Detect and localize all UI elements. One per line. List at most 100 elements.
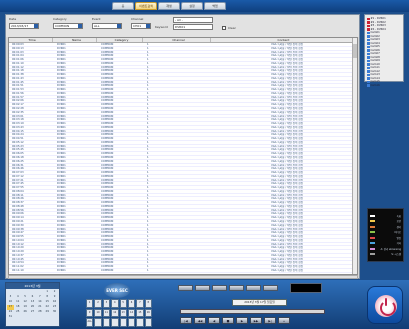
vertical-scrollbar[interactable] <box>352 38 357 274</box>
calendar-day[interactable]: 7 <box>36 295 43 300</box>
calendar-day[interactable]: 14 <box>36 300 43 305</box>
calendar-day[interactable]: 21 <box>36 305 43 310</box>
calendar-day[interactable]: 23 <box>51 305 58 310</box>
calendar-day[interactable]: 30 <box>51 310 58 315</box>
channel-button[interactable]: 8 <box>144 299 152 308</box>
channel-button[interactable] <box>119 318 127 327</box>
tab-bar: 홈 이벤트검색 재생 설정 백업 <box>112 2 226 10</box>
calendar-day[interactable]: 25 <box>14 310 21 315</box>
playback-button[interactable]: + <box>278 317 290 324</box>
channel-button[interactable]: 13 <box>119 308 127 318</box>
calendar-day[interactable]: 2 <box>51 290 58 295</box>
power-button[interactable] <box>367 286 403 324</box>
calendar-day[interactable]: 31 <box>7 315 14 320</box>
channel-button[interactable] <box>102 318 111 327</box>
channel-button[interactable]: ALL <box>86 318 94 327</box>
calendar-day[interactable]: 11 <box>14 300 21 305</box>
channel-button[interactable]: 15 <box>136 308 144 318</box>
playback-button[interactable]: ◀◀ <box>194 317 206 324</box>
col-time[interactable]: Time <box>9 38 53 42</box>
tab-4[interactable]: 백업 <box>204 2 226 10</box>
channel-button[interactable]: 10 <box>94 308 102 318</box>
layout-button-2[interactable] <box>195 285 210 291</box>
calendar-day[interactable]: 19 <box>22 305 29 310</box>
calendar-day[interactable]: 24 <box>7 310 14 315</box>
playback-button[interactable]: ◀ <box>208 317 220 324</box>
category-select[interactable]: COMMON <box>53 23 83 29</box>
channel-select[interactable]: CH01 <box>131 23 151 29</box>
calendar-day[interactable]: 3 <box>7 295 14 300</box>
tab-2[interactable]: 재생 <box>158 2 180 10</box>
channel-button[interactable]: 12 <box>111 308 119 318</box>
calendar-day[interactable]: 18 <box>14 305 21 310</box>
channel-button[interactable] <box>94 318 102 327</box>
channel-button[interactable] <box>136 318 144 327</box>
playback-button[interactable]: |◀ <box>180 317 192 324</box>
calendar-day[interactable]: 1 <box>44 290 51 295</box>
tab-1[interactable]: 이벤트검색 <box>135 2 157 10</box>
calendar-day[interactable]: 15 <box>44 300 51 305</box>
table-cell: 1 <box>147 46 149 50</box>
calendar-day[interactable]: 13 <box>29 300 36 305</box>
layout-button-4[interactable] <box>229 285 244 291</box>
layout-button-5[interactable] <box>246 285 261 291</box>
table-cell: 00:10:37 <box>12 253 24 257</box>
col-content[interactable]: Content <box>211 38 357 42</box>
channel-button[interactable]: 7 <box>136 299 144 308</box>
table-row[interactable]: 00:11:10 DVR01 COMMON 1 VGA 녹화중 / 채널 상태 정상 <box>9 269 357 273</box>
keyword-select[interactable]: - All - <box>173 17 213 23</box>
channel-button[interactable] <box>111 318 119 327</box>
scroll-thumb[interactable] <box>353 44 357 58</box>
calendar-day[interactable]: 29 <box>44 310 51 315</box>
channel-button[interactable] <box>127 318 136 327</box>
layout-button-3[interactable] <box>212 285 227 291</box>
col-channel[interactable]: Channel <box>143 38 211 42</box>
event-select[interactable]: ALL <box>92 23 122 29</box>
table-cell: COMMON <box>101 189 114 193</box>
table-cell: VGA 녹화중 / 채널 상태 정상 <box>271 125 304 129</box>
tab-3[interactable]: 설정 <box>181 2 203 10</box>
layout-button-6[interactable] <box>263 285 278 291</box>
channel-button[interactable] <box>144 318 152 327</box>
playback-button[interactable]: ▶▶ <box>250 317 262 324</box>
col-category[interactable]: Category <box>97 38 143 42</box>
calendar-day[interactable]: 16 <box>51 300 58 305</box>
calendar-day[interactable]: 28 <box>36 310 43 315</box>
calendar-day[interactable]: 5 <box>22 295 29 300</box>
horizontal-scrollbar[interactable] <box>8 275 358 279</box>
channel-button[interactable]: 4 <box>111 299 119 308</box>
calendar-day[interactable]: 20 <box>29 305 36 310</box>
tab-0[interactable]: 홈 <box>112 2 134 10</box>
date-select[interactable]: 2013/03/17 <box>9 23 39 29</box>
playback-button[interactable]: ■ <box>222 317 234 324</box>
timeline-slider[interactable] <box>180 309 325 314</box>
calendar-day[interactable]: 4 <box>14 295 21 300</box>
playback-button[interactable]: ▶| <box>264 317 276 324</box>
camera-item[interactable]: Cam16 <box>367 84 401 88</box>
calendar-day[interactable]: 9 <box>51 295 58 300</box>
playback-button[interactable]: ▶ <box>236 317 248 324</box>
channel-button[interactable]: 5 <box>119 299 127 308</box>
channel-button[interactable]: 14 <box>127 308 136 318</box>
channel-button[interactable]: 3 <box>102 299 111 308</box>
keyword-input[interactable]: DVR01 <box>173 24 213 30</box>
channel-button[interactable]: 16 <box>144 308 152 318</box>
calendar-day[interactable]: 26 <box>22 310 29 315</box>
clear-checkbox[interactable] <box>222 26 226 30</box>
channel-button[interactable]: 11 <box>102 308 111 318</box>
table-cell: VGA 녹화중 / 채널 상태 정상 <box>271 144 304 148</box>
channel-button[interactable]: 2 <box>94 299 102 308</box>
channel-button[interactable]: 6 <box>127 299 136 308</box>
calendar-day[interactable]: 10 <box>7 300 14 305</box>
calendar-day[interactable]: 27 <box>29 310 36 315</box>
calendar-day[interactable]: 6 <box>29 295 36 300</box>
channel-button[interactable]: 9 <box>86 308 94 318</box>
channel-button[interactable]: 1 <box>86 299 94 308</box>
calendar-day[interactable]: 12 <box>22 300 29 305</box>
calendar-day[interactable]: 22 <box>44 305 51 310</box>
col-name[interactable]: Name <box>53 38 97 42</box>
calendar-day[interactable]: 17 <box>7 305 14 310</box>
layout-button-1[interactable] <box>178 285 193 291</box>
calendar-day[interactable]: 8 <box>44 295 51 300</box>
table-cell: COMMON <box>101 257 114 261</box>
